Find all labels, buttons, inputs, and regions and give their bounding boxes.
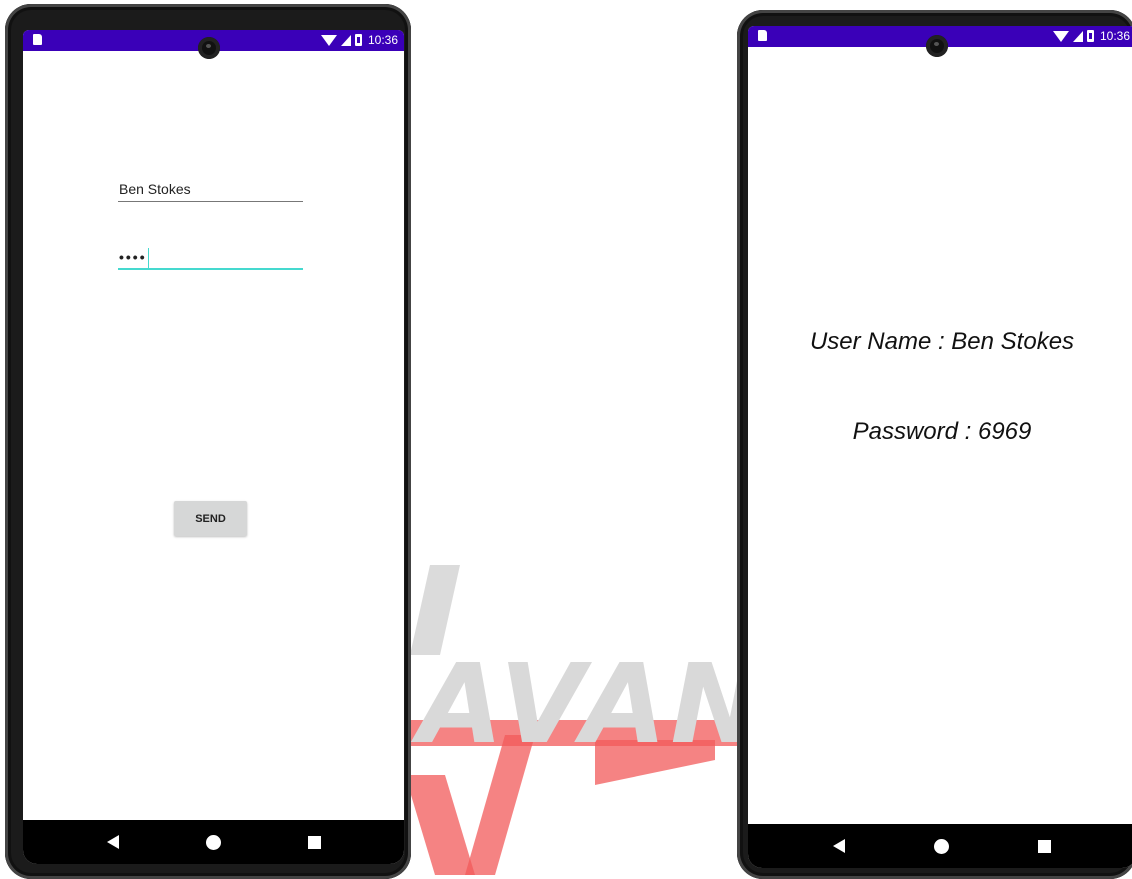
signal-icon xyxy=(340,34,351,46)
password-dots: •••• xyxy=(119,249,147,265)
recent-apps-icon[interactable] xyxy=(1038,839,1052,853)
front-camera xyxy=(198,37,220,59)
navigation-bar xyxy=(23,820,404,864)
battery-icon xyxy=(354,34,362,46)
right-phone-screen: 10:36 User Name : Ben Stokes Password : … xyxy=(748,26,1132,868)
home-icon[interactable] xyxy=(205,834,221,850)
recent-apps-icon[interactable] xyxy=(307,835,321,849)
back-icon[interactable] xyxy=(832,839,845,853)
front-camera xyxy=(926,35,948,57)
home-icon[interactable] xyxy=(933,838,949,854)
password-input[interactable]: •••• xyxy=(118,244,303,270)
wifi-icon xyxy=(1052,30,1069,42)
status-time: 10:36 xyxy=(1099,29,1130,43)
sd-card-icon xyxy=(33,34,42,45)
signal-icon xyxy=(1072,30,1083,42)
text-cursor xyxy=(147,248,150,269)
battery-icon xyxy=(1086,30,1094,42)
wifi-icon xyxy=(320,34,337,46)
navigation-bar xyxy=(748,824,1132,868)
left-phone-frame: 10:36 Ben Stokes •••• SEND xyxy=(5,4,411,879)
password-display: Password : 6969 xyxy=(852,418,1032,445)
left-phone-screen: 10:36 Ben Stokes •••• SEND xyxy=(23,30,404,864)
right-phone-frame: 10:36 User Name : Ben Stokes Password : … xyxy=(737,10,1132,879)
sd-card-icon xyxy=(758,30,767,41)
send-button[interactable]: SEND xyxy=(174,501,247,536)
username-input[interactable]: Ben Stokes xyxy=(118,176,303,202)
back-icon[interactable] xyxy=(106,835,119,849)
status-time: 10:36 xyxy=(367,33,398,47)
username-display: User Name : Ben Stokes xyxy=(809,328,1075,355)
